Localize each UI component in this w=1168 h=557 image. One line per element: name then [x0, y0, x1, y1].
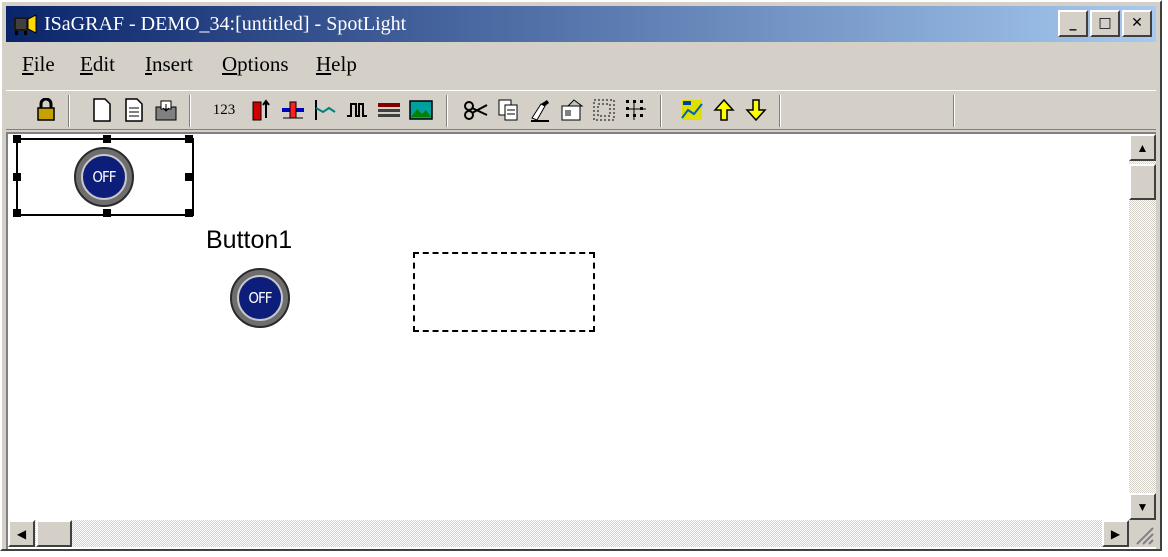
- resize-handle[interactable]: [185, 209, 193, 217]
- resize-handle[interactable]: [13, 209, 21, 217]
- spotlight-editor: OFF Button1 OFF ▲ ▼ ◀ ▶: [6, 132, 1156, 549]
- trend-icon[interactable]: [311, 96, 339, 124]
- align-icon[interactable]: [678, 96, 706, 124]
- selected-object-frame[interactable]: OFF: [13, 135, 194, 217]
- scroll-down-button[interactable]: ▼: [1129, 493, 1156, 520]
- cut-icon[interactable]: [462, 96, 490, 124]
- move-up-icon[interactable]: [710, 96, 738, 124]
- picture-icon[interactable]: [407, 96, 435, 124]
- lock-icon[interactable]: [32, 96, 60, 124]
- resize-handle[interactable]: [185, 173, 193, 181]
- minimize-button[interactable]: _: [1058, 10, 1088, 37]
- bargraph-icon[interactable]: [247, 96, 275, 124]
- move-down-icon[interactable]: [742, 96, 770, 124]
- resize-handle[interactable]: [13, 173, 21, 181]
- off-label: OFF: [81, 154, 127, 200]
- horizontal-scrollbar[interactable]: ◀ ▶: [8, 520, 1129, 547]
- grid-icon[interactable]: [622, 96, 650, 124]
- app-window: ISaGRAF - DEMO_34:[untitled] - SpotLight…: [0, 0, 1162, 551]
- slider-icon[interactable]: [279, 96, 307, 124]
- menu-bar: File Edit Insert Options Help: [6, 46, 1156, 86]
- digital-signal-icon[interactable]: [343, 96, 371, 124]
- window-title: ISaGRAF - DEMO_34:[untitled] - SpotLight: [44, 13, 407, 35]
- paint-icon[interactable]: [526, 96, 554, 124]
- select-area-icon[interactable]: [590, 96, 618, 124]
- resize-handle[interactable]: [185, 135, 193, 143]
- menu-edit[interactable]: Edit: [80, 52, 115, 77]
- menu-options[interactable]: Options: [222, 52, 289, 77]
- toolbar-separator: [446, 95, 448, 127]
- table-icon[interactable]: [375, 96, 403, 124]
- properties-icon[interactable]: [558, 96, 586, 124]
- resize-handle[interactable]: [103, 135, 111, 143]
- title-bar[interactable]: ISaGRAF - DEMO_34:[untitled] - SpotLight…: [6, 6, 1156, 42]
- scroll-right-button[interactable]: ▶: [1102, 520, 1129, 547]
- resize-handle[interactable]: [103, 209, 111, 217]
- toolbar-separator: [953, 95, 955, 127]
- save-icon[interactable]: [152, 96, 180, 124]
- design-canvas[interactable]: OFF Button1 OFF: [8, 134, 1129, 520]
- copy-icon[interactable]: [494, 96, 522, 124]
- close-button[interactable]: ✕: [1122, 10, 1152, 37]
- vertical-scroll-thumb[interactable]: [1129, 164, 1156, 200]
- scroll-left-button[interactable]: ◀: [8, 520, 35, 547]
- document-icon[interactable]: [120, 96, 148, 124]
- scroll-up-button[interactable]: ▲: [1129, 134, 1156, 161]
- vertical-scrollbar[interactable]: ▲ ▼: [1129, 134, 1156, 520]
- toolbar-separator: [660, 95, 662, 127]
- button1-label: Button1: [206, 226, 293, 254]
- off-toggle-button[interactable]: OFF: [74, 147, 134, 207]
- toolbar: 123: [6, 90, 1156, 130]
- size-grip[interactable]: [1129, 520, 1156, 547]
- spotlight-app-icon[interactable]: [12, 11, 38, 37]
- off-label: OFF: [237, 275, 283, 321]
- menu-insert[interactable]: Insert: [145, 52, 193, 77]
- toolbar-separator: [68, 95, 70, 127]
- number-display-tool[interactable]: 123: [207, 96, 241, 124]
- menu-file[interactable]: File: [22, 52, 55, 77]
- horizontal-scroll-thumb[interactable]: [36, 520, 72, 547]
- new-file-icon[interactable]: [88, 96, 116, 124]
- button1-toggle[interactable]: OFF: [230, 268, 290, 328]
- menu-help[interactable]: Help: [316, 52, 357, 77]
- toolbar-separator: [779, 95, 781, 127]
- rubber-band-selection: [413, 252, 595, 332]
- toolbar-separator: [189, 95, 191, 127]
- resize-handle[interactable]: [13, 135, 21, 143]
- maximize-button[interactable]: □: [1090, 10, 1120, 37]
